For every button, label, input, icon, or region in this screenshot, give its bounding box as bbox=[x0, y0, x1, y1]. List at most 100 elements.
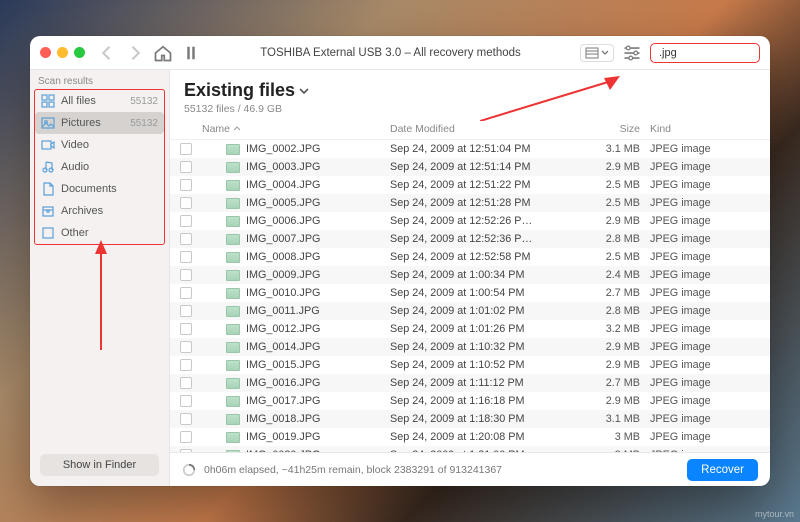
file-row[interactable]: IMG_0015.JPGSep 24, 2009 at 1:10:52 PM2.… bbox=[170, 356, 770, 374]
file-row[interactable]: IMG_0018.JPGSep 24, 2009 at 1:18:30 PM3.… bbox=[170, 410, 770, 428]
file-kind: JPEG image bbox=[650, 341, 760, 353]
file-thumbnail-icon bbox=[226, 396, 240, 407]
sidebar-item-pictures[interactable]: Pictures55132 bbox=[35, 112, 164, 134]
file-kind: JPEG image bbox=[650, 431, 760, 443]
file-size: 3.1 MB bbox=[560, 413, 650, 425]
zoom-window-button[interactable] bbox=[74, 47, 85, 58]
file-date: Sep 24, 2009 at 12:51:14 PM bbox=[390, 161, 560, 173]
col-kind[interactable]: Kind bbox=[650, 123, 760, 135]
file-name-cell: IMG_0019.JPG bbox=[202, 431, 390, 443]
row-checkbox[interactable] bbox=[180, 305, 192, 317]
file-kind: JPEG image bbox=[650, 413, 760, 425]
status-text: 0h06m elapsed, ~41h25m remain, block 238… bbox=[204, 464, 502, 476]
row-checkbox[interactable] bbox=[180, 179, 192, 191]
file-name-cell: IMG_0005.JPG bbox=[202, 197, 390, 209]
file-thumbnail-icon bbox=[226, 162, 240, 173]
file-row[interactable]: IMG_0012.JPGSep 24, 2009 at 1:01:26 PM3.… bbox=[170, 320, 770, 338]
row-checkbox[interactable] bbox=[180, 233, 192, 245]
file-size: 2.4 MB bbox=[560, 269, 650, 281]
window-controls bbox=[40, 47, 85, 58]
file-date: Sep 24, 2009 at 1:10:52 PM bbox=[390, 359, 560, 371]
col-size[interactable]: Size bbox=[560, 123, 650, 135]
file-name-cell: IMG_0009.JPG bbox=[202, 269, 390, 281]
row-checkbox[interactable] bbox=[180, 341, 192, 353]
search-field[interactable]: ✕ bbox=[650, 43, 760, 63]
file-thumbnail-icon bbox=[226, 342, 240, 353]
file-row[interactable]: IMG_0007.JPGSep 24, 2009 at 12:52:36 P…2… bbox=[170, 230, 770, 248]
row-checkbox[interactable] bbox=[180, 251, 192, 263]
row-checkbox[interactable] bbox=[180, 269, 192, 281]
file-row[interactable]: IMG_0006.JPGSep 24, 2009 at 12:52:26 P…2… bbox=[170, 212, 770, 230]
sidebar-item-archives[interactable]: Archives bbox=[35, 200, 164, 222]
row-checkbox[interactable] bbox=[180, 161, 192, 173]
col-date[interactable]: Date Modified bbox=[390, 123, 560, 135]
sidebar-item-audio[interactable]: Audio bbox=[35, 156, 164, 178]
file-size: 2.9 MB bbox=[560, 161, 650, 173]
file-row[interactable]: IMG_0019.JPGSep 24, 2009 at 1:20:08 PM3 … bbox=[170, 428, 770, 446]
heading-subtitle: 55132 files / 46.9 GB bbox=[184, 103, 756, 115]
row-checkbox[interactable] bbox=[180, 287, 192, 299]
file-row[interactable]: IMG_0002.JPGSep 24, 2009 at 12:51:04 PM3… bbox=[170, 140, 770, 158]
row-checkbox[interactable] bbox=[180, 323, 192, 335]
archive-icon bbox=[41, 204, 55, 218]
home-icon bbox=[153, 43, 173, 63]
sliders-icon bbox=[622, 43, 642, 63]
file-name: IMG_0015.JPG bbox=[246, 359, 320, 371]
row-checkbox[interactable] bbox=[180, 359, 192, 371]
file-row[interactable]: IMG_0016.JPGSep 24, 2009 at 1:11:12 PM2.… bbox=[170, 374, 770, 392]
row-checkbox[interactable] bbox=[180, 215, 192, 227]
file-row[interactable]: IMG_0010.JPGSep 24, 2009 at 1:00:54 PM2.… bbox=[170, 284, 770, 302]
row-checkbox[interactable] bbox=[180, 431, 192, 443]
nav-back-button[interactable] bbox=[97, 43, 117, 63]
file-row[interactable]: IMG_0003.JPGSep 24, 2009 at 12:51:14 PM2… bbox=[170, 158, 770, 176]
file-row[interactable]: IMG_0009.JPGSep 24, 2009 at 1:00:34 PM2.… bbox=[170, 266, 770, 284]
file-list[interactable]: IMG_0002.JPG Sep 24, 2009 at 12:51:04 PM 3… bbox=[170, 140, 770, 452]
status-bar: 0h06m elapsed, ~41h25m remain, block 238… bbox=[170, 452, 770, 486]
col-name[interactable]: Name bbox=[202, 123, 390, 135]
file-date: Sep 24, 2009 at 1:11:12 PM bbox=[390, 377, 560, 389]
file-name-cell: IMG_0010.JPG bbox=[202, 287, 390, 299]
row-checkbox[interactable] bbox=[180, 143, 192, 155]
file-name-cell: IMG_0014.JPG bbox=[202, 341, 390, 353]
file-date: Sep 24, 2009 at 12:51:04 PM bbox=[390, 143, 560, 155]
sidebar-item-all-files[interactable]: All files55132 bbox=[35, 90, 164, 112]
file-thumbnail-icon bbox=[226, 378, 240, 389]
file-kind: JPEG image bbox=[650, 197, 760, 209]
file-row[interactable]: IMG_0017.JPGSep 24, 2009 at 1:16:18 PM2.… bbox=[170, 392, 770, 410]
video-icon bbox=[41, 138, 55, 152]
show-in-finder-button[interactable]: Show in Finder bbox=[40, 454, 159, 476]
file-thumbnail-icon bbox=[226, 252, 240, 263]
sidebar-item-other[interactable]: Other bbox=[35, 222, 164, 244]
filter-button[interactable] bbox=[622, 43, 642, 63]
sidebar-item-video[interactable]: Video bbox=[35, 134, 164, 156]
file-thumbnail-icon bbox=[226, 360, 240, 371]
recover-button[interactable]: Recover bbox=[687, 459, 758, 481]
minimize-window-button[interactable] bbox=[57, 47, 68, 58]
file-date: Sep 24, 2009 at 1:18:30 PM bbox=[390, 413, 560, 425]
nav-forward-button[interactable] bbox=[125, 43, 145, 63]
sidebar-list: All files55132Pictures55132VideoAudioDoc… bbox=[34, 89, 165, 245]
file-row[interactable]: IMG_0011.JPGSep 24, 2009 at 1:01:02 PM2.… bbox=[170, 302, 770, 320]
file-date: Sep 24, 2009 at 1:01:02 PM bbox=[390, 305, 560, 317]
row-checkbox[interactable] bbox=[180, 395, 192, 407]
file-row[interactable]: IMG_0005.JPGSep 24, 2009 at 12:51:28 PM2… bbox=[170, 194, 770, 212]
file-row[interactable]: IMG_0004.JPGSep 24, 2009 at 12:51:22 PM2… bbox=[170, 176, 770, 194]
row-checkbox[interactable] bbox=[180, 197, 192, 209]
close-window-button[interactable] bbox=[40, 47, 51, 58]
view-mode-button[interactable] bbox=[580, 44, 614, 62]
file-name: IMG_0011.JPG bbox=[246, 305, 320, 317]
annotation-arrow-sidebar bbox=[86, 240, 116, 350]
heading-title[interactable]: Existing files bbox=[184, 80, 756, 101]
row-checkbox[interactable] bbox=[180, 413, 192, 425]
pause-button[interactable] bbox=[181, 43, 201, 63]
file-name: IMG_0002.JPG bbox=[246, 143, 320, 155]
sidebar-item-label: Pictures bbox=[61, 117, 101, 129]
file-row[interactable]: IMG_0008.JPGSep 24, 2009 at 12:52:58 PM2… bbox=[170, 248, 770, 266]
home-button[interactable] bbox=[153, 43, 173, 63]
file-name-cell: IMG_0017.JPG bbox=[202, 395, 390, 407]
row-checkbox[interactable] bbox=[180, 377, 192, 389]
file-thumbnail-icon bbox=[226, 324, 240, 335]
search-input[interactable] bbox=[659, 47, 770, 59]
sidebar-item-documents[interactable]: Documents bbox=[35, 178, 164, 200]
file-row[interactable]: IMG_0014.JPGSep 24, 2009 at 1:10:32 PM2.… bbox=[170, 338, 770, 356]
